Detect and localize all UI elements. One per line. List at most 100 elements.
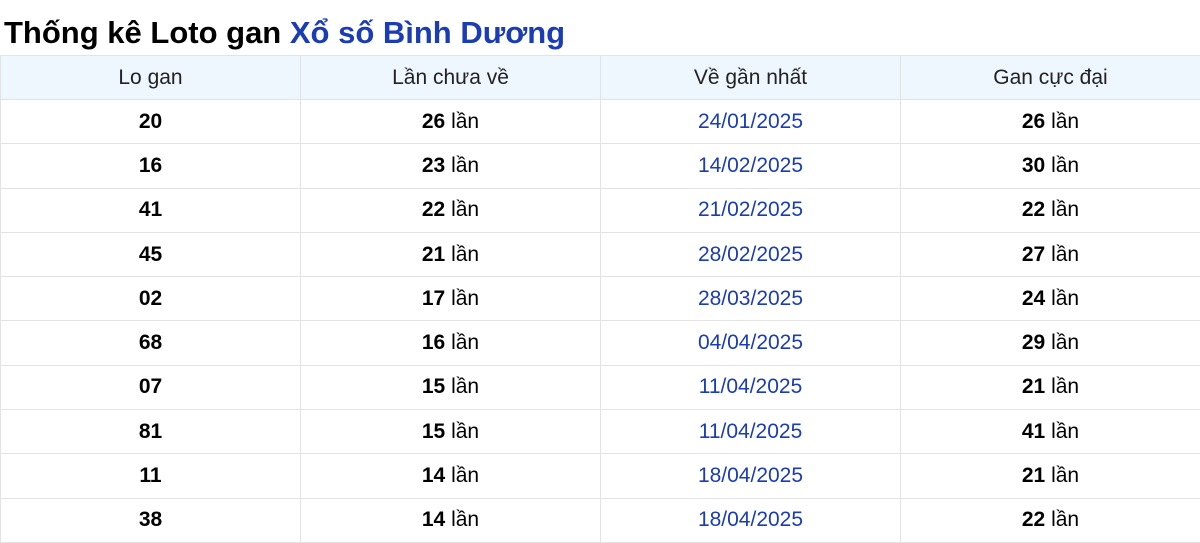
unit-label: lần [451, 464, 480, 488]
max-gap-value: 41 [1021, 419, 1046, 443]
max-gap-value: 30 [1021, 153, 1046, 177]
last-appeared-date: 28/03/2025 [600, 276, 901, 322]
times-missed-cell: 14 lần [300, 453, 601, 499]
times-missed-cell: 21 lần [300, 231, 601, 278]
lo-number-cell: 07 [0, 364, 301, 411]
times-missed-value: 23 [421, 153, 446, 177]
title-prefix: Thống kê Loto gan [4, 15, 290, 50]
last-appeared-date: 11/04/2025 [600, 364, 901, 411]
lo-number-cell: 45 [0, 231, 301, 278]
unit-label: lần [451, 109, 480, 133]
unit-label: lần [1051, 109, 1080, 133]
max-gap-value: 26 [1021, 109, 1046, 133]
unit-label: lần [451, 242, 480, 266]
times-missed-value: 21 [421, 242, 446, 266]
page-title: Thống kê Loto gan Xổ số Bình Dương [0, 0, 1200, 55]
lo-number-cell: 02 [0, 276, 301, 322]
unit-label: lần [1051, 375, 1080, 399]
unit-label: lần [451, 198, 480, 222]
times-missed-value: 17 [421, 286, 446, 310]
table-row: 38 14 lần 18/04/2025 22 lần [0, 497, 1200, 543]
unit-label: lần [1051, 242, 1080, 266]
lo-number-cell: 38 [0, 497, 301, 543]
max-gap-cell: 21 lần [900, 453, 1200, 499]
last-appeared-date: 21/02/2025 [600, 187, 901, 233]
table-row: 41 22 lần 21/02/2025 22 lần [0, 187, 1200, 233]
table-row: 07 15 lần 11/04/2025 21 lần [0, 364, 1200, 411]
unit-label: lần [1051, 331, 1080, 355]
unit-label: lần [451, 153, 480, 177]
table-row: 11 14 lần 18/04/2025 21 lần [0, 453, 1200, 499]
table-row: 16 23 lần 14/02/2025 30 lần [0, 143, 1200, 189]
unit-label: lần [1051, 464, 1080, 488]
unit-label: lần [1051, 153, 1080, 177]
lo-number-cell: 68 [0, 320, 301, 366]
times-missed-cell: 16 lần [300, 320, 601, 366]
times-missed-value: 26 [421, 109, 446, 133]
max-gap-cell: 27 lần [900, 231, 1200, 278]
last-appeared-date: 24/01/2025 [600, 98, 901, 145]
max-gap-value: 21 [1021, 375, 1046, 399]
table-row: 81 15 lần 11/04/2025 41 lần [0, 409, 1200, 455]
times-missed-value: 16 [421, 331, 446, 355]
max-gap-cell: 41 lần [900, 409, 1200, 455]
last-appeared-date: 04/04/2025 [600, 320, 901, 366]
max-gap-value: 24 [1021, 286, 1046, 310]
last-appeared-date: 11/04/2025 [600, 409, 901, 455]
times-missed-cell: 17 lần [300, 276, 601, 322]
last-appeared-date: 14/02/2025 [600, 143, 901, 189]
last-appeared-date: 28/02/2025 [600, 231, 901, 278]
unit-label: lần [1051, 198, 1080, 222]
header-max-gap: Gan cực đại [900, 55, 1200, 100]
lo-number-cell: 81 [0, 409, 301, 455]
unit-label: lần [451, 331, 480, 355]
lo-number-cell: 11 [0, 453, 301, 499]
max-gap-cell: 22 lần [900, 497, 1200, 543]
lo-number-cell: 20 [0, 98, 301, 145]
last-appeared-date: 18/04/2025 [600, 453, 901, 499]
header-last-appeared: Về gần nhất [600, 55, 901, 100]
max-gap-value: 21 [1021, 464, 1046, 488]
times-missed-value: 22 [421, 198, 446, 222]
unit-label: lần [1051, 508, 1080, 532]
times-missed-value: 15 [421, 419, 446, 443]
lo-number-cell: 16 [0, 143, 301, 189]
table-header-row: Lo gan Lần chưa về Về gần nhất Gan cực đ… [0, 55, 1200, 100]
last-appeared-date: 18/04/2025 [600, 497, 901, 543]
max-gap-cell: 29 lần [900, 320, 1200, 366]
header-times-missed: Lần chưa về [300, 55, 601, 100]
unit-label: lần [451, 508, 480, 532]
table-row: 02 17 lần 28/03/2025 24 lần [0, 276, 1200, 322]
max-gap-value: 29 [1021, 331, 1046, 355]
max-gap-cell: 22 lần [900, 187, 1200, 233]
times-missed-cell: 23 lần [300, 143, 601, 189]
times-missed-value: 14 [421, 464, 446, 488]
times-missed-cell: 15 lần [300, 364, 601, 411]
times-missed-cell: 26 lần [300, 98, 601, 145]
times-missed-cell: 15 lần [300, 409, 601, 455]
times-missed-cell: 22 lần [300, 187, 601, 233]
unit-label: lần [1051, 419, 1080, 443]
table-row: 68 16 lần 04/04/2025 29 lần [0, 320, 1200, 366]
max-gap-cell: 21 lần [900, 364, 1200, 411]
max-gap-cell: 30 lần [900, 143, 1200, 189]
table-body: 20 26 lần 24/01/2025 26 lần 16 23 lần 14/02/20… [0, 98, 1200, 543]
max-gap-value: 22 [1021, 508, 1046, 532]
max-gap-value: 27 [1021, 242, 1046, 266]
times-missed-value: 14 [421, 508, 446, 532]
times-missed-value: 15 [421, 375, 446, 399]
unit-label: lần [451, 375, 480, 399]
max-gap-cell: 24 lần [900, 276, 1200, 322]
times-missed-cell: 14 lần [300, 497, 601, 543]
title-lottery-name: Xổ số Bình Dương [289, 15, 566, 50]
lo-number-cell: 41 [0, 187, 301, 233]
table-row: 45 21 lần 28/02/2025 27 lần [0, 231, 1200, 278]
header-lo-gan: Lo gan [0, 55, 301, 100]
unit-label: lần [1051, 286, 1080, 310]
max-gap-cell: 26 lần [900, 98, 1200, 145]
loto-gan-table: Lo gan Lần chưa về Về gần nhất Gan cực đ… [0, 55, 1200, 543]
unit-label: lần [451, 419, 480, 443]
unit-label: lần [451, 286, 480, 310]
table-row: 20 26 lần 24/01/2025 26 lần [0, 98, 1200, 145]
max-gap-value: 22 [1021, 198, 1046, 222]
